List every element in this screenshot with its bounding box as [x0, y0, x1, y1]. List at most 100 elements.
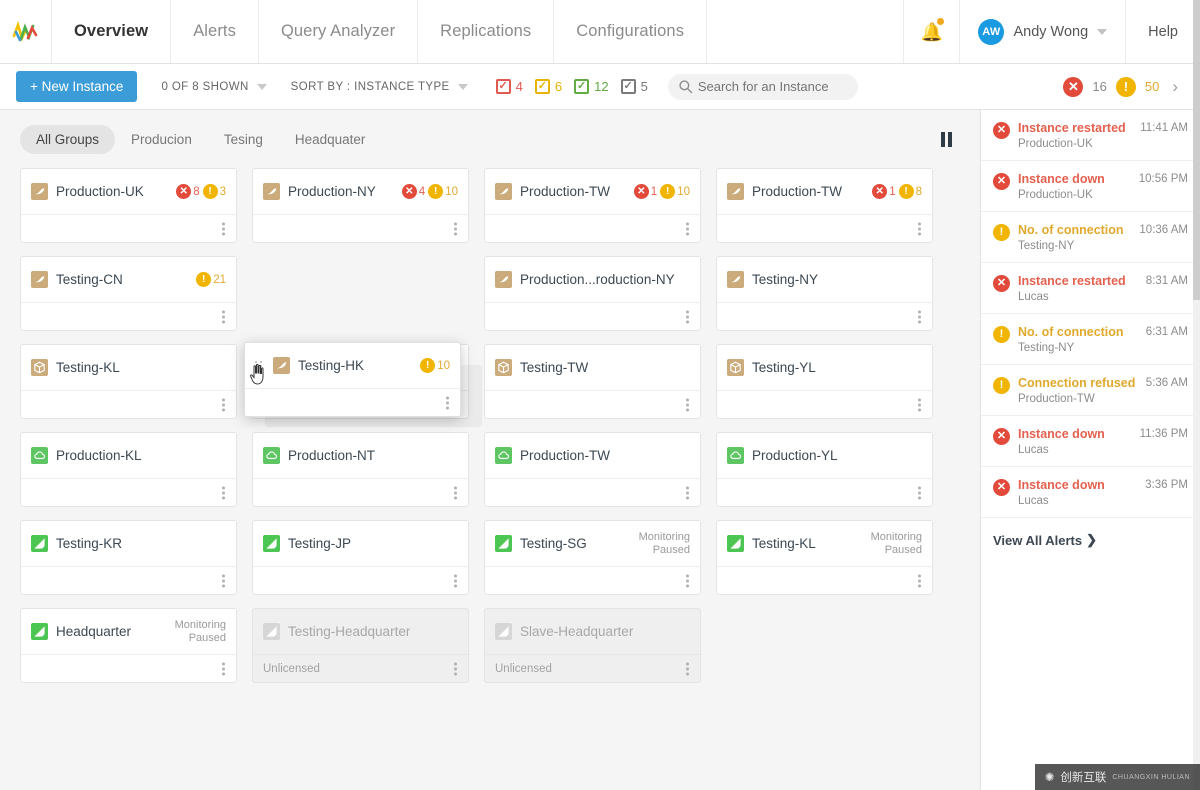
- mariadb-icon: [263, 183, 280, 200]
- card-menu-button[interactable]: [446, 396, 449, 409]
- warning-circle-icon: !: [420, 358, 436, 373]
- card-menu-button[interactable]: [686, 662, 689, 675]
- alert-item[interactable]: ! Connection refused Production-TW 5:36 AM: [981, 365, 1200, 416]
- shown-filter-dropdown[interactable]: 0 OF 8 SHOWN: [161, 81, 267, 93]
- alerts-scrollbar[interactable]: [1193, 0, 1200, 790]
- alert-title: Instance down: [1018, 172, 1105, 186]
- group-tab-producion[interactable]: Producion: [115, 125, 208, 154]
- card-menu-button[interactable]: [918, 398, 921, 411]
- nav-item-overview[interactable]: Overview: [52, 0, 172, 63]
- instance-card[interactable]: Headquarter Monitoring Paused: [20, 608, 237, 683]
- instance-card[interactable]: Production-TW: [484, 432, 701, 507]
- instance-card[interactable]: Production-TW ✕ 1! 8: [716, 168, 933, 243]
- card-menu-button[interactable]: [686, 398, 689, 411]
- instance-card[interactable]: Testing-YL: [716, 344, 933, 419]
- instance-card[interactable]: Production-TW ✕ 1! 10: [484, 168, 701, 243]
- alert-item[interactable]: ! No. of connection Testing-NY 10:36 AM: [981, 212, 1200, 263]
- app-logo[interactable]: [0, 0, 52, 63]
- instance-card[interactable]: Production-NT: [252, 432, 469, 507]
- cloud-icon: [727, 447, 744, 464]
- card-menu-button[interactable]: [918, 486, 921, 499]
- chevron-right-icon[interactable]: ›: [1172, 77, 1178, 97]
- notifications-button[interactable]: 🔔: [904, 0, 961, 63]
- instance-card[interactable]: Testing-NY: [716, 256, 933, 331]
- alerts-scrollbar-thumb[interactable]: [1193, 0, 1200, 300]
- card-title: Slave-Headquarter: [520, 624, 634, 639]
- card-menu-button[interactable]: [222, 222, 225, 235]
- instances-panel: All Groups Producion Tesing Headquater P…: [0, 110, 980, 790]
- card-menu-button[interactable]: [222, 662, 225, 675]
- alert-item[interactable]: ! No. of connection Testing-NY 6:31 AM: [981, 314, 1200, 365]
- license-status: Unlicensed: [495, 662, 552, 675]
- instance-card[interactable]: Testing-Headquarter Unlicensed: [252, 608, 469, 683]
- card-menu-button[interactable]: [222, 310, 225, 323]
- alert-item[interactable]: ✕ Instance down Lucas 3:36 PM: [981, 467, 1200, 518]
- warning-count: 8: [915, 185, 922, 198]
- card-menu-button[interactable]: [918, 574, 921, 587]
- alert-item[interactable]: ✕ Instance down Production-UK 10:56 PM: [981, 161, 1200, 212]
- new-instance-button[interactable]: + New Instance: [16, 71, 138, 102]
- card-menu-button[interactable]: [686, 574, 689, 587]
- instance-card[interactable]: Testing-JP: [252, 520, 469, 595]
- card-menu-button[interactable]: [222, 398, 225, 411]
- instance-card[interactable]: Slave-Headquarter Unlicensed: [484, 608, 701, 683]
- instance-card[interactable]: Production-NY ✕ 4! 10: [252, 168, 469, 243]
- instance-card[interactable]: Production-KL: [20, 432, 237, 507]
- card-footer: [21, 391, 236, 418]
- error-circle-icon: ✕: [993, 479, 1010, 496]
- nav-item-alerts[interactable]: Alerts: [171, 0, 259, 63]
- instance-card[interactable]: Production-UK ✕ 8! 3: [20, 168, 237, 243]
- filter-ok[interactable]: ✓ 12: [574, 79, 609, 94]
- instance-card[interactable]: Testing-KL Monitoring Paused: [716, 520, 933, 595]
- card-menu-button[interactable]: [454, 222, 457, 235]
- card-menu-button[interactable]: [686, 486, 689, 499]
- cloud-icon: [263, 447, 280, 464]
- card-menu-button[interactable]: [686, 222, 689, 235]
- card-menu-button[interactable]: [918, 310, 921, 323]
- card-menu-button[interactable]: [454, 574, 457, 587]
- pause-icon[interactable]: [941, 131, 960, 147]
- instance-card[interactable]: Production-YL: [716, 432, 933, 507]
- alert-item[interactable]: ✕ Instance restarted Lucas 8:31 AM: [981, 263, 1200, 314]
- card-menu-button[interactable]: [918, 222, 921, 235]
- instance-card[interactable]: Testing-KR: [20, 520, 237, 595]
- instance-card[interactable]: Production...roduction-NY: [484, 256, 701, 331]
- group-tab-label: Tesing: [223, 131, 263, 147]
- dragged-instance-card[interactable]: Testing-HK ! 10: [244, 342, 461, 417]
- mariadb-icon: [495, 271, 512, 288]
- filter-critical[interactable]: ✓ 4: [495, 79, 523, 94]
- filter-warning[interactable]: ✓ 6: [534, 79, 562, 94]
- warning-circle-icon: !: [1115, 76, 1136, 97]
- instance-card[interactable]: Testing-KL: [20, 344, 237, 419]
- card-menu-button[interactable]: [454, 662, 457, 675]
- card-menu-button[interactable]: [222, 574, 225, 587]
- nav-label: Replications: [440, 22, 532, 40]
- card-menu-button[interactable]: [454, 486, 457, 499]
- card-menu-button[interactable]: [222, 486, 225, 499]
- alert-text: Connection refused Production-TW: [1018, 376, 1138, 405]
- help-button[interactable]: Help: [1126, 0, 1200, 63]
- mongodb-icon: [495, 623, 512, 640]
- alert-item[interactable]: ✕ Instance down Lucas 11:36 PM: [981, 416, 1200, 467]
- mongodb-icon: [263, 535, 280, 552]
- card-stats: ✕ 4! 10: [401, 184, 458, 199]
- mongodb-icon: [263, 623, 280, 640]
- group-tab-tesing[interactable]: Tesing: [208, 125, 279, 154]
- alert-item[interactable]: ✕ Instance restarted Production-UK 11:41 AM: [981, 110, 1200, 161]
- nav-item-replications[interactable]: Replications: [418, 0, 555, 63]
- view-all-alerts-link[interactable]: View All Alerts ❯: [981, 518, 1200, 562]
- instance-card[interactable]: Testing-CN! 21: [20, 256, 237, 331]
- instance-card[interactable]: Testing-SG Monitoring Paused: [484, 520, 701, 595]
- sort-by-dropdown[interactable]: SORT BY : INSTANCE TYPE: [291, 81, 468, 93]
- instance-card[interactable]: Testing-TW: [484, 344, 701, 419]
- search-input[interactable]: [667, 73, 858, 100]
- group-tab-all-groups[interactable]: All Groups: [20, 124, 116, 154]
- user-menu[interactable]: AW Andy Wong: [960, 0, 1127, 63]
- nav-item-query-analyzer[interactable]: Query Analyzer: [259, 0, 419, 63]
- card-menu-button[interactable]: [686, 310, 689, 323]
- nav-item-configurations[interactable]: Configurations: [554, 0, 708, 63]
- alert-time: 11:41 AM: [1140, 122, 1188, 134]
- group-tab-headquater[interactable]: Headquater: [279, 125, 382, 154]
- filter-other[interactable]: ✓ 5: [620, 79, 648, 94]
- error-stat: ✕ 8: [176, 184, 200, 199]
